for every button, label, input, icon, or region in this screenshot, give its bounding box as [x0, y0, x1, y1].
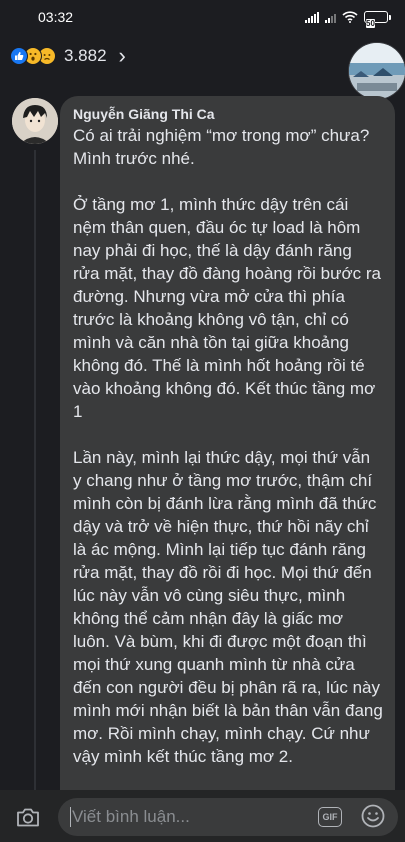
comment-input-placeholder: Viết bình luận...: [72, 807, 190, 826]
emoji-icon[interactable]: [360, 803, 386, 829]
like-icon: [10, 47, 28, 65]
signal-icon: [305, 11, 319, 23]
battery-level: 50: [366, 19, 375, 28]
gif-button[interactable]: GIF: [318, 807, 342, 827]
avatar[interactable]: [12, 98, 58, 144]
wifi-icon: [342, 11, 358, 23]
text-caret: [70, 807, 71, 827]
battery-icon: 50: [364, 11, 391, 28]
chevron-right-icon[interactable]: ›: [119, 45, 126, 67]
thread-line: [34, 150, 36, 800]
signal-icon-2: [325, 12, 336, 23]
post-thumbnail[interactable]: [348, 42, 405, 100]
comment-bubble[interactable]: Nguyễn Giãng Thi Ca Có ai trải nghiệm “m…: [60, 96, 395, 816]
status-time: 03:32: [38, 9, 74, 25]
comment-composer: Viết bình luận...: [0, 790, 405, 842]
status-icons: 50: [305, 11, 391, 28]
comment-text: Có ai trải nghiệm “mơ trong mơ” chưa? Mì…: [73, 126, 383, 812]
comment-input[interactable]: Viết bình luận...: [58, 798, 398, 836]
status-bar: 03:32 50: [0, 0, 405, 34]
camera-icon[interactable]: [15, 804, 41, 830]
comment-author[interactable]: Nguyễn Giãng Thi Ca: [73, 106, 383, 122]
reactions-summary[interactable]: 3.882 ›: [10, 42, 126, 70]
reaction-icons: [10, 47, 56, 65]
reaction-count: 3.882: [64, 46, 107, 65]
